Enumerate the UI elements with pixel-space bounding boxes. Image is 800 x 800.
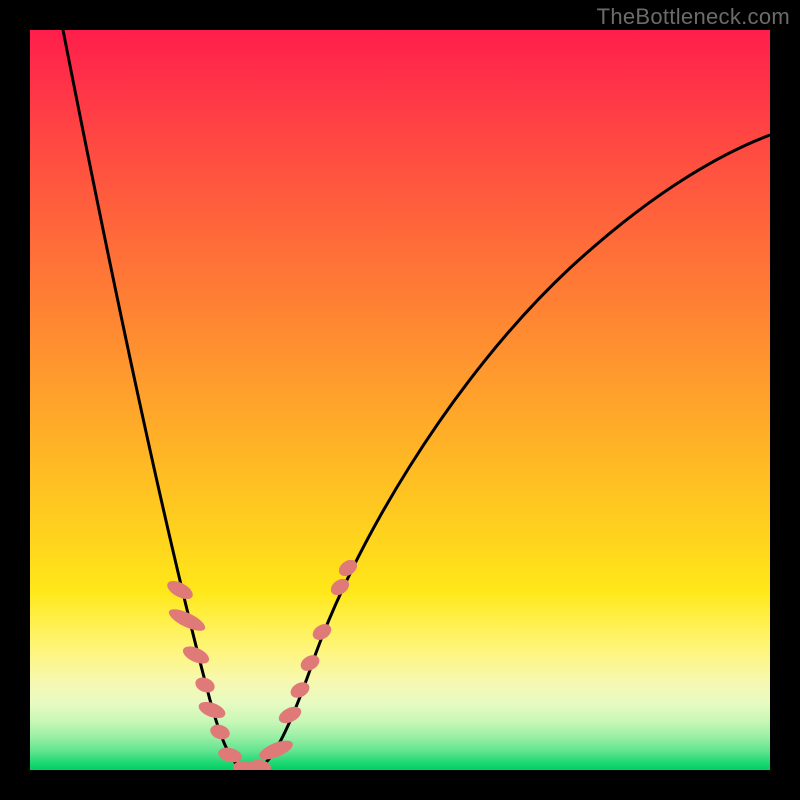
curve-marker (208, 722, 231, 741)
chart-frame: TheBottleneck.com (0, 0, 800, 800)
curve-layer (30, 30, 770, 770)
plot-area (30, 30, 770, 770)
bottleneck-curve (63, 30, 770, 770)
curve-marker (193, 675, 217, 695)
watermark-text: TheBottleneck.com (597, 4, 790, 30)
curve-marker (257, 737, 296, 763)
curve-markers (164, 556, 360, 770)
